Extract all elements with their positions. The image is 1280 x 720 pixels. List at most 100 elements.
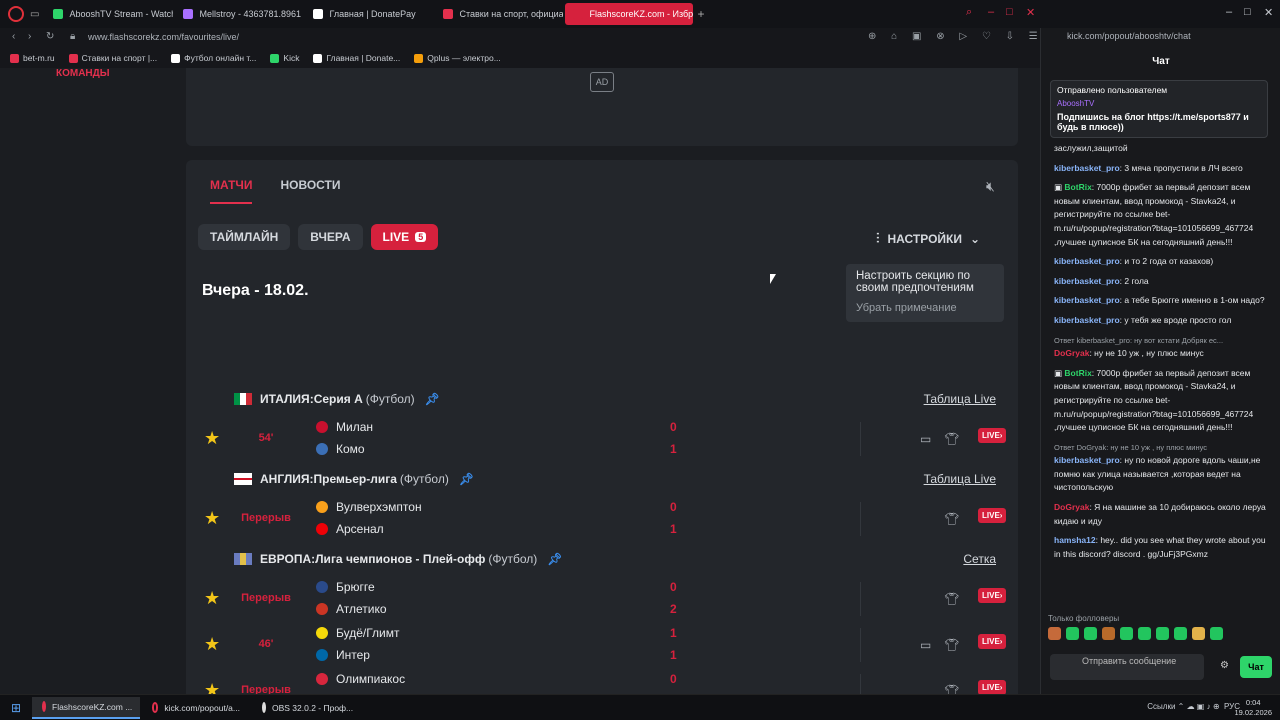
chat-maximize-button[interactable]: □ — [1244, 6, 1251, 18]
browser-tab[interactable]: FlashscoreKZ.com - Избр — [565, 3, 694, 25]
close-button[interactable]: ✕ — [1026, 6, 1035, 19]
forward-icon[interactable]: › — [28, 31, 31, 42]
match-row[interactable]: ★ Перерыв Брюгге 0 Атлетико 2 👕︎ LIVE› — [198, 576, 1007, 622]
windows-start-icon[interactable]: ⊞ — [0, 701, 32, 715]
live-filter[interactable]: LIVE 5 — [370, 224, 439, 250]
emote-icon[interactable] — [1156, 627, 1169, 640]
back-icon[interactable]: ‹ — [12, 31, 15, 42]
chat-username[interactable]: kiberbasket_pro — [1054, 455, 1120, 465]
favorite-star-icon[interactable]: ★ — [204, 588, 220, 609]
team-name[interactable]: Арсенал — [316, 522, 384, 536]
browser-tab[interactable]: Mellstroy - 4363781.8961 — [175, 3, 303, 25]
pin-icon[interactable]: 📌︎ — [425, 392, 440, 406]
lineup-shirt-icon[interactable]: 👕︎ — [944, 592, 959, 606]
match-row[interactable]: ★ПерерывОлимпиакос0Байер0👕︎LIVE› — [198, 668, 1007, 694]
reply-context[interactable]: Ответ DoGryak: ну не 10 уж , ну плюс мин… — [1054, 441, 1268, 455]
chat-username[interactable]: DoGryak — [1054, 502, 1089, 512]
chat-username[interactable]: hamsha12 — [1054, 535, 1096, 545]
emote-icon[interactable] — [1120, 627, 1133, 640]
bookmark-item[interactable]: Qplus — электро... — [414, 53, 501, 63]
match-row[interactable]: ★ 46' Будё/Глимт 1 Интер 1 ▭ 👕︎ LIVE› — [198, 622, 1007, 668]
live-badge[interactable]: LIVE› — [978, 588, 1007, 603]
opera-logo-icon[interactable] — [8, 6, 24, 22]
favorite-star-icon[interactable]: ★ — [204, 508, 220, 529]
league-name[interactable]: Премьер-лига — [314, 472, 397, 486]
emote-icon[interactable] — [1102, 627, 1115, 640]
url-input[interactable]: www.flashscorekz.com/favourites/live/ — [88, 32, 239, 42]
bookmark-item[interactable]: Ставки на спорт |... — [68, 53, 157, 63]
league-country[interactable]: ЕВРОПА — [260, 552, 311, 566]
emote-icon[interactable] — [1066, 627, 1079, 640]
emote-icon[interactable] — [1084, 627, 1097, 640]
tv-icon[interactable]: ▭ — [920, 432, 931, 446]
ad-banner[interactable]: AD — [186, 68, 1018, 146]
live-badge[interactable]: LIVE› — [978, 428, 1007, 443]
lineup-shirt-icon[interactable]: 👕︎ — [944, 684, 959, 694]
emote-icon[interactable] — [1138, 627, 1151, 640]
team-name[interactable]: Интер — [316, 648, 370, 662]
tab-matches[interactable]: МАТЧИ — [210, 178, 253, 204]
league-name[interactable]: Серия А — [314, 392, 363, 406]
maximize-button[interactable]: □ — [1006, 6, 1013, 18]
clock[interactable]: 0:04 19.02.2026 — [1234, 698, 1272, 718]
pin-icon[interactable]: 📌︎ — [547, 552, 562, 566]
taskbar-item[interactable]: kick.com/popout/a... — [142, 697, 250, 719]
lineup-shirt-icon[interactable]: 👕︎ — [944, 432, 959, 446]
team-name[interactable]: Атлетико — [316, 602, 387, 616]
tab-news[interactable]: НОВОСТИ — [280, 178, 340, 204]
chat-username[interactable]: kiberbasket_pro — [1054, 276, 1120, 286]
settings-dropdown[interactable]: ⫶ НАСТРОЙКИ ⌄ — [876, 230, 980, 247]
bookmark-item[interactable]: Футбол онлайн т... — [171, 53, 256, 63]
league-table-link[interactable]: Таблица Live — [924, 392, 996, 406]
chat-username[interactable]: kiberbasket_pro — [1054, 315, 1120, 325]
emote-icon[interactable] — [1048, 627, 1061, 640]
league-country[interactable]: АНГЛИЯ — [260, 472, 310, 486]
team-name[interactable]: Брюгге — [316, 580, 375, 594]
sidebar-toggle-icon[interactable]: ▭ — [30, 9, 39, 20]
chat-url[interactable]: kick.com/popout/abooshtv/chat — [1067, 31, 1191, 41]
league-table-link[interactable]: Сетка — [963, 552, 996, 566]
chat-username[interactable]: kiberbasket_pro — [1054, 163, 1120, 173]
bookmark-item[interactable]: Kick — [270, 53, 299, 63]
match-row[interactable]: ★ Перерыв Вулверхэмптон 0 Арсенал 1 👕︎ LIVE› — [198, 496, 1007, 542]
emote-icon[interactable] — [1174, 627, 1187, 640]
league-table-link[interactable]: Таблица Live — [924, 472, 996, 486]
pinned-user[interactable]: AbooshTV — [1057, 99, 1261, 108]
team-name[interactable]: Олимпиакос — [316, 672, 405, 686]
lineup-shirt-icon[interactable]: 👕︎ — [944, 638, 959, 652]
league-country[interactable]: ИТАЛИЯ — [260, 392, 310, 406]
match-row[interactable]: ★ 54' Милан 0 Комо 1 ▭ 👕︎ LIVE› — [198, 416, 1007, 462]
taskbar-item[interactable]: OBS 32.0.2 - Проф... — [252, 697, 360, 719]
tv-icon[interactable]: ▭ — [920, 638, 931, 652]
mute-icon[interactable]: 🔇︎ — [986, 178, 995, 195]
timeline-filter[interactable]: ТАЙМЛАЙН — [198, 224, 291, 250]
bookmark-item[interactable]: bet-m.ru — [10, 53, 55, 63]
emote-icon[interactable] — [1192, 627, 1205, 640]
live-badge[interactable]: LIVE› — [978, 508, 1007, 523]
live-badge[interactable]: LIVE› — [978, 680, 1007, 694]
search-icon[interactable]: ⌕ — [966, 6, 972, 19]
chat-username[interactable]: BotRix — [1064, 368, 1091, 378]
gear-icon[interactable]: ⚙ — [1220, 660, 1229, 671]
browser-tab[interactable]: Главная | DonatePay — [305, 3, 433, 25]
chat-username[interactable]: DoGryak — [1054, 348, 1089, 358]
new-tab-button[interactable]: + — [697, 7, 704, 21]
browser-tab[interactable]: AbooshTV Stream - Watch — [45, 3, 173, 25]
yesterday-filter[interactable]: ВЧЕРА — [298, 224, 363, 250]
dismiss-tooltip-link[interactable]: Убрать примечание — [856, 302, 994, 314]
system-tray[interactable]: Ссылки ⌃ ☁ ▣ ♪ ⊕ РУС — [1147, 702, 1240, 711]
chat-username[interactable]: kiberbasket_pro — [1054, 256, 1120, 266]
emote-bar[interactable] — [1048, 627, 1274, 640]
minimize-button[interactable]: – — [988, 6, 994, 18]
chat-close-button[interactable]: ✕ — [1264, 6, 1273, 19]
lineup-shirt-icon[interactable]: 👕︎ — [944, 512, 959, 526]
chat-minimize-button[interactable]: – — [1226, 6, 1232, 18]
chat-input[interactable]: Отправить сообщение — [1050, 654, 1204, 680]
league-name[interactable]: Лига чемпионов - Плей-офф — [315, 552, 485, 566]
chat-username[interactable]: BotRix — [1064, 182, 1091, 192]
browser-tab[interactable]: Ставки на спорт, официа — [435, 3, 563, 25]
live-badge[interactable]: LIVE› — [978, 634, 1007, 649]
send-chat-button[interactable]: Чат — [1240, 656, 1272, 678]
team-name[interactable]: Милан — [316, 420, 373, 434]
favorite-star-icon[interactable]: ★ — [204, 428, 220, 449]
